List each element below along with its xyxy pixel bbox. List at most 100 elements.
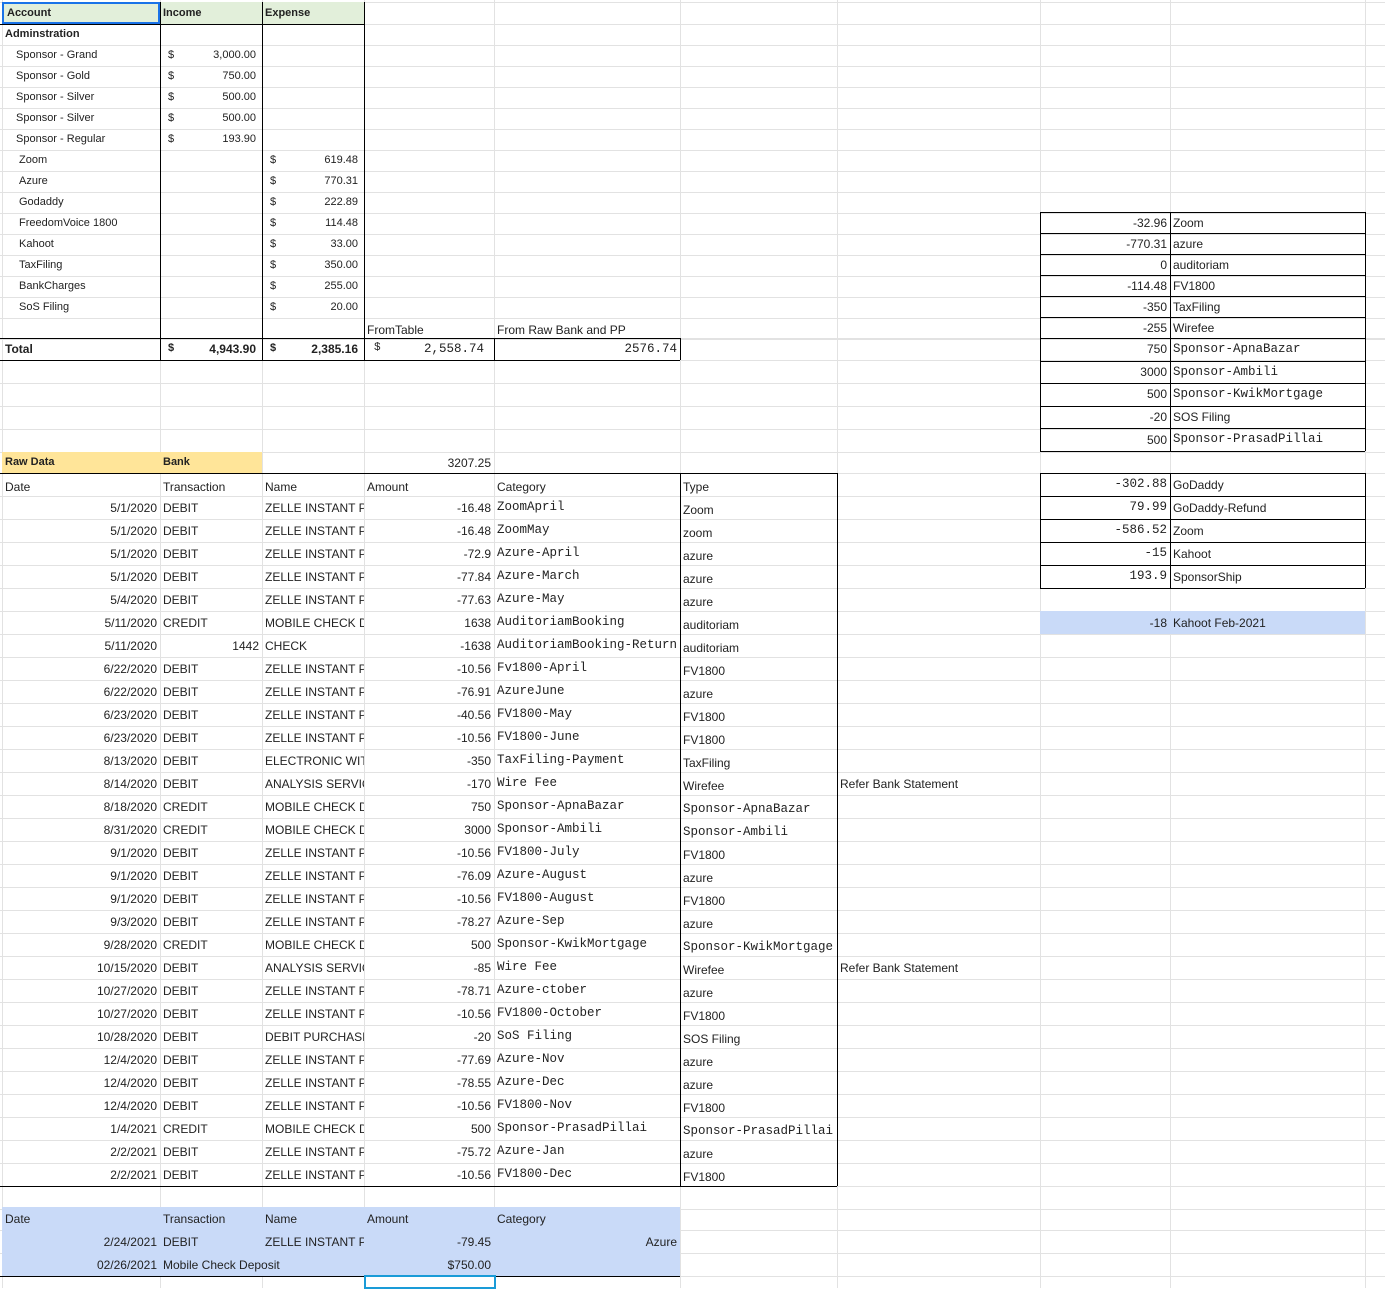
raw-category[interactable]: Wire Fee: [494, 956, 680, 979]
raw-name[interactable]: ZELLE INSTANT P: [262, 979, 364, 1002]
side-amount[interactable]: 3000: [1040, 361, 1170, 384]
side2-amount[interactable]: 79.99: [1040, 496, 1170, 519]
raw-name[interactable]: ZELLE INSTANT P: [262, 1071, 364, 1094]
raw-category[interactable]: Azure-May: [494, 588, 680, 611]
side-label[interactable]: Zoom: [1170, 212, 1365, 233]
pending-header-transaction[interactable]: Transaction: [160, 1207, 262, 1230]
pending-header-amount[interactable]: Amount: [364, 1207, 494, 1230]
raw-category[interactable]: Wire Fee: [494, 772, 680, 795]
side2-label[interactable]: Zoom: [1170, 519, 1365, 542]
side-label[interactable]: TaxFiling: [1170, 296, 1365, 317]
pending-transaction[interactable]: DEBIT: [160, 1230, 262, 1253]
raw-header-name[interactable]: Name: [262, 473, 364, 496]
raw-name[interactable]: ZELLE INSTANT P: [262, 1163, 364, 1186]
raw-amount[interactable]: -170: [364, 772, 494, 795]
raw-amount[interactable]: -10.56: [364, 726, 494, 749]
account-name[interactable]: Godaddy: [2, 192, 160, 213]
raw-type[interactable]: zoom: [680, 519, 837, 542]
raw-amount[interactable]: 3000: [364, 818, 494, 841]
side-amount[interactable]: 500: [1040, 383, 1170, 406]
raw-amount[interactable]: -72.9: [364, 542, 494, 565]
kahoot-note-amount[interactable]: -18: [1040, 611, 1170, 634]
raw-header-amount[interactable]: Amount: [364, 473, 494, 496]
raw-category[interactable]: ZoomApril: [494, 496, 680, 519]
raw-amount[interactable]: -10.56: [364, 887, 494, 910]
raw-date[interactable]: 5/4/2020: [2, 588, 160, 611]
raw-type[interactable]: FV1800: [680, 1094, 837, 1117]
raw-type[interactable]: Sponsor-Ambili: [680, 818, 837, 841]
raw-category[interactable]: Sponsor-KwikMortgage: [494, 933, 680, 956]
pending-category[interactable]: [494, 1253, 680, 1276]
expense-value[interactable]: 770.31: [262, 171, 364, 192]
raw-date[interactable]: 9/1/2020: [2, 887, 160, 910]
expense-value[interactable]: 20.00: [262, 297, 364, 318]
from-raw-label[interactable]: From Raw Bank and PP: [494, 317, 680, 338]
raw-data-title[interactable]: Raw Data: [2, 452, 160, 473]
raw-amount[interactable]: -20: [364, 1025, 494, 1048]
side-label[interactable]: Sponsor-KwikMortgage: [1170, 383, 1365, 406]
raw-date[interactable]: 5/1/2020: [2, 496, 160, 519]
pending-name[interactable]: ZELLE INSTANT P: [262, 1230, 364, 1253]
raw-type[interactable]: Wirefee: [680, 772, 837, 795]
account-name[interactable]: Sponsor - Silver: [2, 108, 160, 129]
side-amount[interactable]: 750: [1040, 338, 1170, 361]
raw-amount[interactable]: -78.27: [364, 910, 494, 933]
side2-label[interactable]: GoDaddy: [1170, 473, 1365, 496]
raw-category[interactable]: AuditoriamBooking: [494, 611, 680, 634]
raw-date[interactable]: 12/4/2020: [2, 1094, 160, 1117]
raw-name[interactable]: ANALYSIS SERVIC: [262, 956, 364, 979]
raw-category[interactable]: Sponsor-PrasadPillai: [494, 1117, 680, 1140]
raw-date[interactable]: 8/31/2020: [2, 818, 160, 841]
account-name[interactable]: Sponsor - Silver: [2, 87, 160, 108]
raw-transaction[interactable]: DEBIT: [160, 1163, 262, 1186]
raw-name[interactable]: ZELLE INSTANT P: [262, 1002, 364, 1025]
raw-category[interactable]: Sponsor-Ambili: [494, 818, 680, 841]
raw-category[interactable]: Azure-Nov: [494, 1048, 680, 1071]
raw-bank-title[interactable]: Bank: [160, 452, 262, 473]
raw-name[interactable]: ZELLE INSTANT P: [262, 588, 364, 611]
raw-name[interactable]: MOBILE CHECK D: [262, 818, 364, 841]
raw-type[interactable]: Zoom: [680, 496, 837, 519]
raw-category[interactable]: Azure-ctober: [494, 979, 680, 1002]
raw-type[interactable]: FV1800: [680, 887, 837, 910]
raw-header-type[interactable]: Type: [680, 473, 837, 496]
account-name[interactable]: Sponsor - Regular: [2, 129, 160, 150]
raw-category[interactable]: Fv1800-April: [494, 657, 680, 680]
raw-note[interactable]: Refer Bank Statement: [837, 772, 1100, 795]
raw-amount[interactable]: 500: [364, 933, 494, 956]
side2-label[interactable]: SponsorShip: [1170, 565, 1365, 588]
side2-amount[interactable]: -586.52: [1040, 519, 1170, 542]
raw-amount[interactable]: -76.09: [364, 864, 494, 887]
raw-name[interactable]: ZELLE INSTANT P: [262, 496, 364, 519]
raw-date[interactable]: 2/2/2021: [2, 1140, 160, 1163]
pending-category[interactable]: Azure: [494, 1230, 680, 1253]
income-value[interactable]: 750.00: [160, 66, 262, 87]
raw-type[interactable]: azure: [680, 1048, 837, 1071]
expense-value[interactable]: 33.00: [262, 234, 364, 255]
raw-header-category[interactable]: Category: [494, 473, 680, 496]
raw-name[interactable]: ZELLE INSTANT P: [262, 1094, 364, 1117]
raw-transaction[interactable]: DEBIT: [160, 1025, 262, 1048]
account-name[interactable]: SoS Filing: [2, 297, 160, 318]
expense-value[interactable]: 114.48: [262, 213, 364, 234]
raw-name[interactable]: ZELLE INSTANT P: [262, 519, 364, 542]
raw-date[interactable]: 10/28/2020: [2, 1025, 160, 1048]
raw-date[interactable]: 1/4/2021: [2, 1117, 160, 1140]
raw-type[interactable]: Wirefee: [680, 956, 837, 979]
raw-amount[interactable]: -78.71: [364, 979, 494, 1002]
raw-amount[interactable]: -77.84: [364, 565, 494, 588]
raw-category[interactable]: Azure-March: [494, 565, 680, 588]
raw-name[interactable]: ZELLE INSTANT P: [262, 542, 364, 565]
raw-category[interactable]: Azure-August: [494, 864, 680, 887]
raw-transaction[interactable]: DEBIT: [160, 565, 262, 588]
raw-date[interactable]: 8/18/2020: [2, 795, 160, 818]
raw-transaction[interactable]: DEBIT: [160, 680, 262, 703]
raw-transaction[interactable]: DEBIT: [160, 496, 262, 519]
header-expense[interactable]: Expense: [262, 2, 364, 24]
side-amount[interactable]: -770.31: [1040, 233, 1170, 254]
raw-date[interactable]: 2/2/2021: [2, 1163, 160, 1186]
raw-name[interactable]: ZELLE INSTANT P: [262, 680, 364, 703]
raw-type[interactable]: FV1800: [680, 657, 837, 680]
raw-transaction[interactable]: DEBIT: [160, 519, 262, 542]
raw-date[interactable]: 5/1/2020: [2, 565, 160, 588]
